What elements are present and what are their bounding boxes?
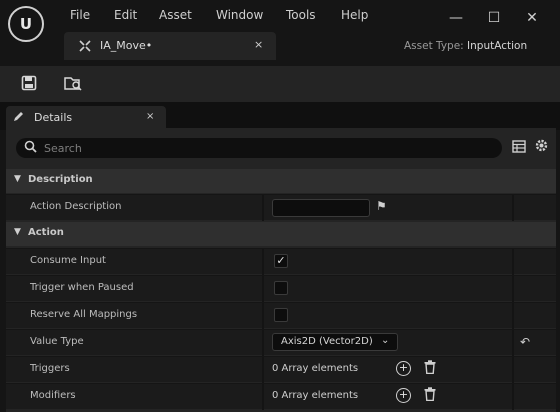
property-name: Triggers (30, 363, 70, 374)
reserve-all-mappings-checkbox[interactable] (274, 308, 288, 322)
action-description-input[interactable] (272, 199, 370, 217)
details-tab[interactable]: Details × (6, 106, 166, 130)
dropdown-value: Axis2D (Vector2D) (281, 336, 373, 347)
search-input[interactable] (44, 140, 484, 156)
column-divider (512, 357, 514, 383)
column-divider[interactable] (262, 330, 264, 356)
column-divider[interactable] (262, 303, 264, 329)
asset-type-value: InputAction (467, 40, 528, 52)
property-row: Triggers 0 Array elements + (6, 356, 556, 383)
maximize-icon[interactable]: ☐ (484, 8, 504, 28)
column-divider[interactable] (262, 249, 264, 275)
property-name: Consume Input (30, 255, 106, 266)
menu-help[interactable]: Help (341, 8, 368, 24)
close-window-icon[interactable]: ✕ (522, 8, 542, 28)
asset-tab[interactable]: IA_Move• × (64, 32, 276, 60)
property-row: Modifiers 0 Array elements + (6, 383, 556, 410)
column-divider (512, 276, 514, 302)
category-action[interactable]: ▼ Action (6, 222, 556, 246)
menu-edit[interactable]: Edit (114, 8, 137, 24)
details-panel: ▼ Description Action Description ⚑ ▼ Act… (6, 128, 556, 412)
property-row: Trigger when Paused (6, 275, 556, 302)
property-row: Value Type Axis2D (Vector2D) ⌄ ↶ (6, 329, 556, 356)
search-box[interactable] (16, 138, 502, 158)
details-tab-label: Details (34, 111, 73, 124)
tab-close-icon[interactable]: × (254, 38, 263, 51)
chevron-down-icon: ▼ (14, 227, 21, 237)
minimize-icon[interactable]: — (446, 8, 466, 28)
category-label: Action (28, 227, 64, 238)
tab-label: IA_Move• (100, 39, 153, 52)
column-divider[interactable] (262, 276, 264, 302)
property-row: Reserve All Mappings (6, 302, 556, 329)
details-close-icon[interactable]: × (146, 111, 154, 122)
column-divider (512, 330, 514, 356)
asset-type-label: Asset Type: InputAction (404, 40, 527, 52)
array-count: 0 Array elements (272, 363, 359, 374)
property-row: Consume Input ✓ (6, 248, 556, 275)
property-name: Trigger when Paused (30, 282, 134, 293)
property-name: Modifiers (30, 390, 76, 401)
trigger-when-paused-checkbox[interactable] (274, 281, 288, 295)
input-action-icon (78, 39, 92, 56)
column-divider (512, 195, 514, 221)
category-label: Description (28, 174, 93, 185)
title-bar: U File Edit Asset Window Tools Help — ☐ … (0, 0, 560, 66)
property-row: Action Description ⚑ (6, 194, 556, 221)
chevron-down-icon: ⌄ (381, 335, 390, 346)
property-name: Action Description (30, 201, 122, 212)
chevron-down-icon: ▼ (14, 174, 21, 184)
add-element-icon[interactable]: + (396, 361, 411, 376)
value-type-dropdown[interactable]: Axis2D (Vector2D) ⌄ (272, 333, 398, 351)
browse-icon[interactable] (62, 72, 84, 94)
consume-input-checkbox[interactable]: ✓ (274, 254, 288, 268)
add-element-icon[interactable]: + (396, 388, 411, 403)
property-name: Reserve All Mappings (30, 309, 138, 320)
column-divider (512, 249, 514, 275)
asset-type-caption: Asset Type: (404, 40, 464, 52)
save-icon[interactable] (18, 72, 40, 94)
toolbar (0, 66, 560, 102)
column-divider[interactable] (262, 357, 264, 383)
menu-tools[interactable]: Tools (286, 8, 316, 24)
category-description[interactable]: ▼ Description (6, 169, 556, 193)
search-icon (24, 140, 37, 156)
property-name: Value Type (30, 336, 84, 347)
column-divider (512, 384, 514, 410)
column-divider[interactable] (262, 195, 264, 221)
property-matrix-icon[interactable] (512, 140, 526, 157)
details-tab-bar: Details × (0, 102, 560, 130)
localization-flag-icon[interactable]: ⚑ (376, 199, 387, 213)
column-divider[interactable] (262, 384, 264, 410)
trash-icon[interactable] (424, 387, 436, 405)
trash-icon[interactable] (424, 360, 436, 378)
menu-window[interactable]: Window (216, 8, 263, 24)
array-count: 0 Array elements (272, 390, 359, 401)
column-divider (512, 303, 514, 329)
gear-icon[interactable] (534, 138, 549, 157)
menu-asset[interactable]: Asset (159, 8, 192, 24)
pencil-icon (12, 110, 25, 126)
menu-file[interactable]: File (70, 8, 90, 24)
unreal-logo-icon[interactable]: U (8, 6, 44, 42)
reset-to-default-icon[interactable]: ↶ (520, 335, 530, 349)
